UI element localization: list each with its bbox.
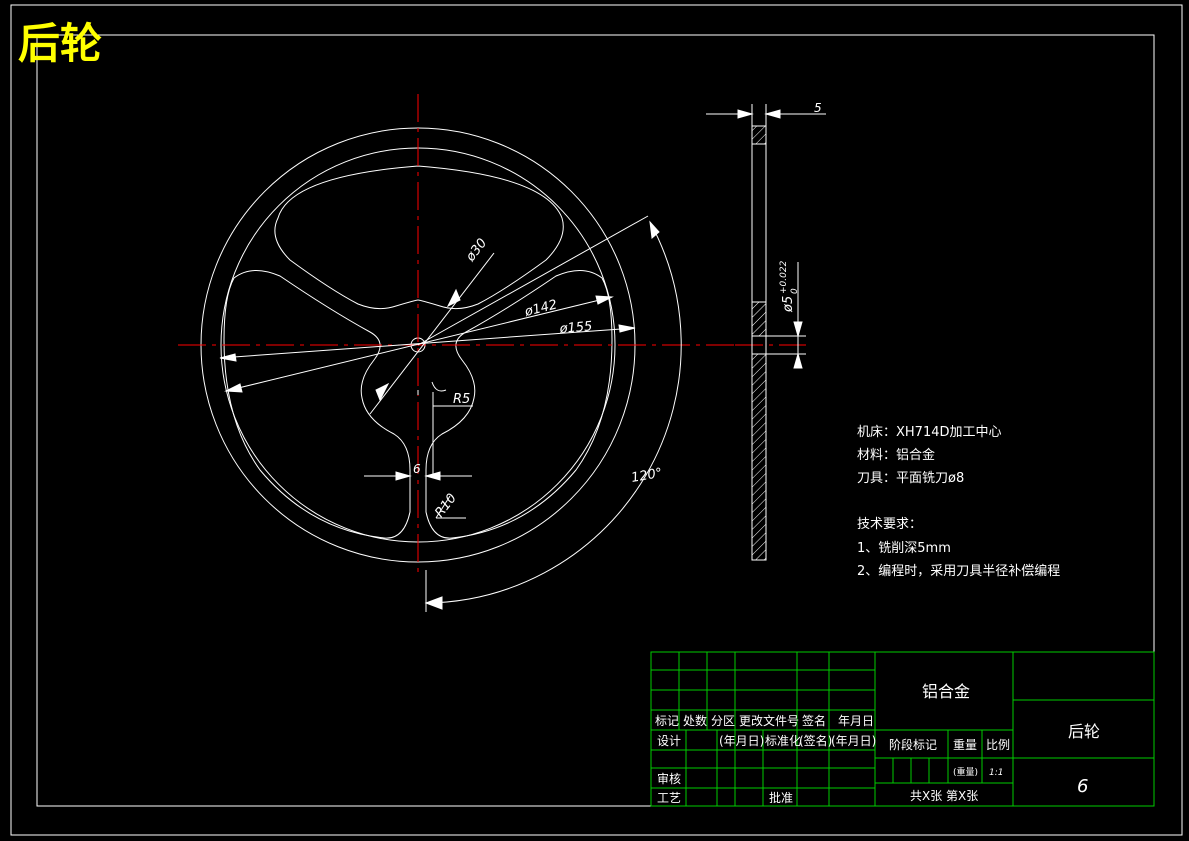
svg-text:签名: 签名: [802, 713, 826, 728]
tb-drawing-no: 6: [1077, 776, 1088, 797]
dim-angle: 120°: [630, 466, 663, 486]
tb-review: 审核: [657, 771, 681, 786]
svg-text:(签名): (签名): [799, 733, 832, 748]
tb-standardize: 标准化: [765, 734, 801, 748]
svg-text:(年月日): (年月日): [719, 734, 764, 748]
tb-weight: 重量: [953, 738, 977, 752]
dim-hole: ø5 +0.022 0: [779, 260, 800, 313]
tb-scale-value: 1:1: [989, 768, 1003, 778]
tb-material: 铝合金: [922, 682, 970, 701]
dim-thickness: 5: [814, 101, 822, 115]
svg-text:(年月日): (年月日): [831, 734, 876, 748]
cad-drawing: 后轮 ø30 ø142 ø155 R5 6 R10 120° 5 ø5 +0.0…: [10, 4, 1183, 836]
svg-text:更改文件号: 更改文件号: [739, 713, 799, 728]
svg-text:+0.022: +0.022: [779, 260, 789, 294]
svg-text:分区: 分区: [711, 714, 735, 728]
tb-sheets: 共X张 第X张: [910, 789, 978, 803]
svg-text:处数: 处数: [683, 713, 707, 728]
tb-part-name: 后轮: [1068, 722, 1100, 741]
dimension-labels: ø30 ø142 ø155 R5 6 R10 120°: [413, 236, 664, 521]
dim-d30: ø30: [463, 236, 491, 265]
svg-text:年月日: 年月日: [838, 714, 874, 728]
dimension-lines: [219, 215, 682, 612]
dim-r10: R10: [432, 491, 460, 520]
svg-text:标记: 标记: [655, 714, 679, 728]
notes: 机床：XH714D加工中心 材料：铝合金 刀具：平面铣刀ø8 技术要求： 1、铣…: [857, 425, 1060, 579]
note-tech-title: 技术要求：: [857, 517, 922, 532]
svg-text:ø5: ø5: [781, 296, 796, 313]
tb-scale: 比例: [986, 738, 1010, 752]
tb-design: 设计: [657, 734, 681, 748]
window-top: [274, 165, 564, 310]
note-machine: 机床：XH714D加工中心: [857, 425, 1002, 440]
svg-text:0: 0: [790, 288, 800, 294]
note-tech-2: 2、编程时，采用刀具半径补偿编程: [857, 564, 1060, 579]
dim-r5: R5: [453, 392, 470, 407]
dim-d142: ø142: [522, 297, 558, 320]
tb-approve: 批准: [769, 790, 793, 805]
window-left: [223, 270, 411, 539]
tb-weight-value: (重量): [953, 766, 978, 778]
outer-frame: [10, 4, 1183, 836]
dim-w6: 6: [413, 462, 421, 476]
inner-frame: [36, 34, 1155, 807]
note-tech-1: 1、铣削深5mm: [857, 541, 951, 556]
note-tool: 刀具：平面铣刀ø8: [857, 471, 964, 486]
tb-process: 工艺: [657, 791, 681, 805]
hub-notch: [431, 381, 447, 392]
dim-d155: ø155: [558, 319, 593, 337]
note-material: 材料：铝合金: [857, 447, 935, 463]
drawing-title: 后轮: [18, 19, 102, 68]
tb-stage-mark: 阶段标记: [889, 737, 937, 752]
side-section-view: [706, 104, 826, 561]
